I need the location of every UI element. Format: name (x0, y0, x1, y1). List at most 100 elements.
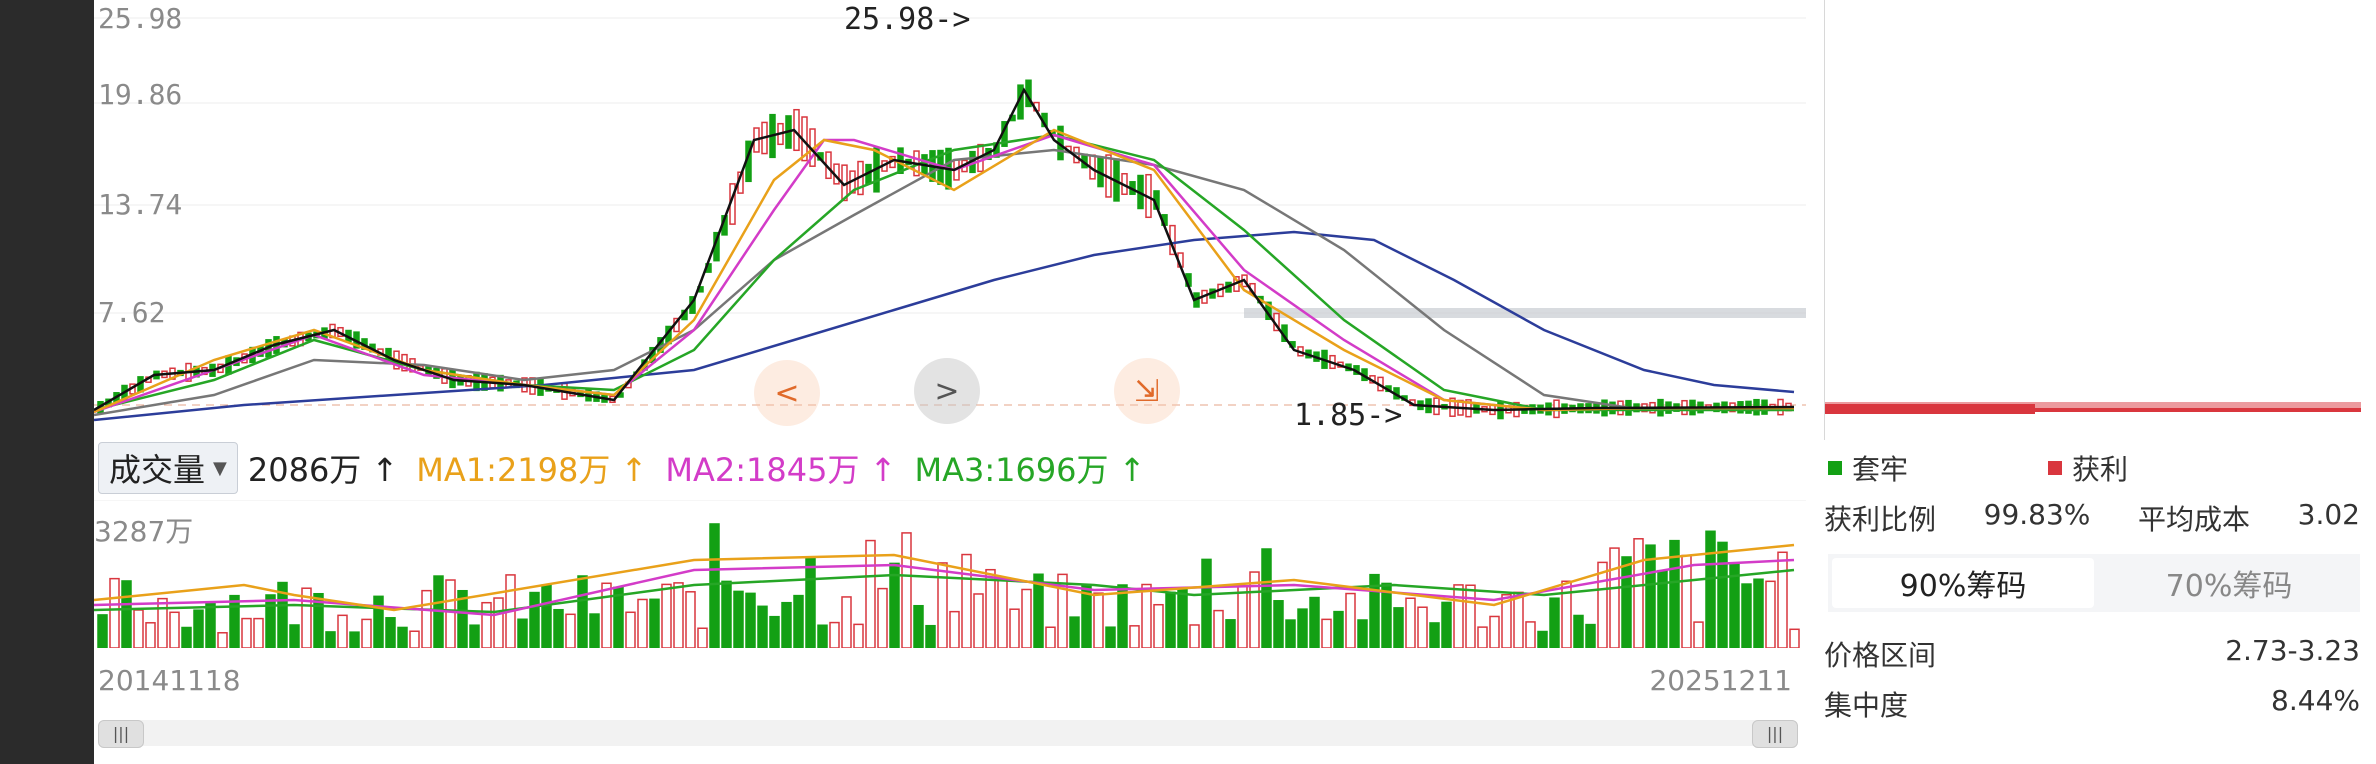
volume-bar (721, 580, 732, 648)
profit-cost-row: 获利比例 99.83% 平均成本 3.02 (1824, 498, 2360, 538)
volume-bar (817, 624, 828, 648)
volume-bar (1753, 578, 1764, 648)
chevron-down-icon: ▼ (213, 457, 227, 479)
volume-bar (649, 598, 660, 648)
profit-ratio-label: 获利比例 (1824, 503, 1937, 536)
volume-bar (733, 590, 744, 648)
volume-bar (157, 597, 168, 648)
volume-bar (709, 523, 720, 648)
volume-bar (1009, 608, 1020, 648)
volume-bar (193, 609, 204, 648)
volume-bar (757, 605, 768, 648)
price-axis-label-3: 13.74 (98, 188, 183, 221)
volume-bar (1357, 619, 1368, 648)
ma1-value: MA1:2198万 ↑ (416, 451, 648, 489)
volume-bar (589, 613, 600, 648)
collapse-icon[interactable]: ⇲ (1114, 358, 1180, 424)
concentration-value: 8.44% (2271, 684, 2360, 717)
volume-bar (1489, 615, 1500, 648)
volume-bar (421, 589, 432, 648)
volume-bar (661, 583, 672, 648)
volume-bar (1153, 603, 1164, 648)
volume-bar (241, 617, 252, 648)
volume-bar (97, 614, 108, 648)
range-scrollbar[interactable]: ||| ||| (98, 720, 1798, 748)
tab-90-chips[interactable]: 90%筹码 (1832, 558, 2094, 608)
volume-bar (265, 594, 276, 648)
chip-distribution-panel: 套牢 获利 获利比例 99.83% 平均成本 3.02 90%筹码 70%筹码 … (1824, 0, 2376, 764)
volume-bar (337, 614, 348, 648)
volume-bar (493, 597, 504, 648)
volume-bar (1309, 596, 1320, 648)
volume-bar (1621, 556, 1632, 648)
volume-bar (781, 601, 792, 648)
volume-bar (913, 604, 924, 648)
avg-cost-value: 3.02 (2297, 498, 2360, 531)
volume-bar (481, 601, 492, 648)
volume-bar (805, 556, 816, 648)
volume-bar (397, 626, 408, 648)
left-arrow-icon[interactable]: < (754, 360, 820, 426)
volume-bar (673, 582, 684, 648)
volume-bar (253, 617, 264, 648)
volume-bar (1477, 626, 1488, 648)
volume-bar (1597, 561, 1608, 648)
price-range-row: 价格区间 2.73-3.23 (1824, 634, 2360, 674)
volume-bar (349, 631, 360, 648)
volume-bar (1417, 606, 1428, 648)
volume-bar (1429, 622, 1440, 648)
volume-bar (829, 621, 840, 648)
legend-profit: 获利 (2048, 448, 2128, 488)
volume-bar (949, 610, 960, 648)
volume-bar (1441, 601, 1452, 648)
ma3-value: MA3:1696万 ↑ (914, 451, 1146, 489)
volume-bar (1105, 626, 1116, 648)
volume-bar (1045, 626, 1056, 648)
ma2-value: MA2:1845万 ↑ (665, 451, 897, 489)
volume-bar (1705, 530, 1716, 648)
max-price-marker: 25.98-> (844, 2, 971, 37)
indicator-select[interactable]: 成交量 ▼ (98, 442, 238, 494)
volume-chart[interactable] (94, 500, 1806, 648)
avg-cost-label: 平均成本 (2138, 503, 2251, 536)
volume-bar (1141, 583, 1152, 648)
volume-bar (577, 575, 588, 648)
volume-bar (541, 584, 552, 648)
next-arrow-icon[interactable]: > (914, 358, 980, 424)
volume-bar (937, 562, 948, 648)
volume-bar (1765, 580, 1776, 648)
volume-bar (1777, 551, 1788, 648)
volume-bars (97, 523, 1800, 648)
tab-70-chips[interactable]: 70%筹码 (2098, 554, 2360, 612)
volume-bar (1189, 624, 1200, 648)
price-axis-label-4: 7.62 (98, 296, 166, 329)
volume-bar (181, 626, 192, 648)
chip-distribution-chart (1824, 0, 2361, 440)
volume-bar (997, 577, 1008, 648)
volume-bar (841, 596, 852, 648)
profit-ratio-value: 99.83% (1983, 498, 2091, 531)
kline-panel[interactable]: 25.98 19.86 13.74 7.62 25.98-> 1.85-> < … (94, 0, 1806, 764)
volume-bar (1321, 618, 1332, 648)
volume-bar (1165, 591, 1176, 648)
volume-bar (1393, 607, 1404, 648)
volume-bar (1093, 592, 1104, 648)
range-handle-right[interactable]: ||| (1752, 720, 1798, 748)
min-price-marker: 1.85-> (1294, 398, 1403, 433)
indicator-select-label: 成交量 (109, 451, 206, 489)
volume-value: 2086万 ↑ (247, 451, 399, 489)
price-gridlines (94, 17, 1806, 406)
volume-bar (793, 594, 804, 648)
volume-bar (217, 632, 228, 648)
volume-bar (1633, 538, 1644, 648)
volume-bar (853, 623, 864, 648)
volume-bar (373, 595, 384, 648)
volume-bar (745, 592, 756, 648)
volume-bar (1525, 621, 1536, 648)
volume-bar (169, 611, 180, 648)
volume-bar (1117, 584, 1128, 648)
range-handle-left[interactable]: ||| (98, 720, 144, 748)
volume-bar (361, 618, 372, 648)
start-date: 20141118 (98, 664, 241, 697)
volume-bar (1453, 584, 1464, 648)
